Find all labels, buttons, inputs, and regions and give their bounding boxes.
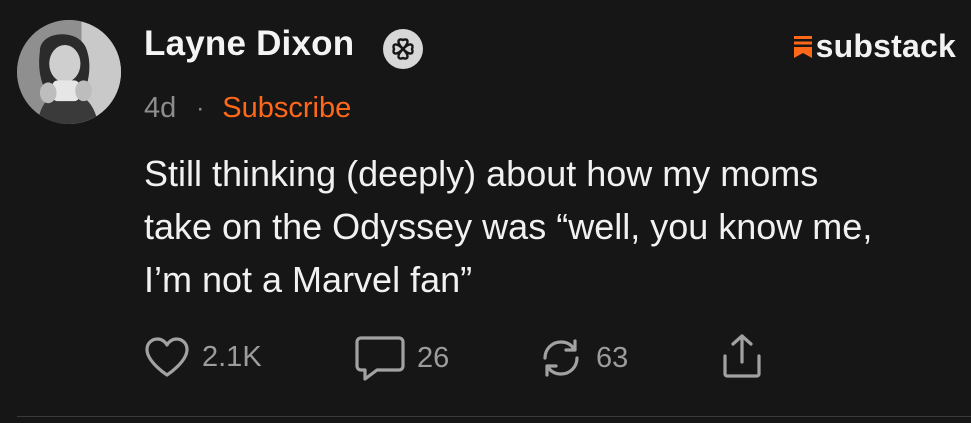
like-button[interactable]: 2.1K: [144, 336, 262, 378]
comment-button[interactable]: 26: [355, 334, 449, 382]
substack-logo-icon: [793, 35, 812, 58]
author-name[interactable]: Layne Dixon: [144, 24, 354, 64]
substack-wordmark: substack: [815, 28, 956, 64]
restack-icon: [543, 339, 579, 377]
post-body: Still thinking (deeply) about how my mom…: [144, 153, 873, 300]
restack-button[interactable]: 63: [538, 336, 628, 380]
action-bar: 2.1K 26 63: [144, 334, 784, 382]
share-icon: [723, 334, 761, 378]
note-card: Layne Dixon substack 4d · Subscribe Stil…: [0, 0, 971, 423]
meta-separator: ·: [196, 94, 205, 122]
heart-icon: [145, 337, 189, 377]
verified-badge-icon: [382, 28, 424, 70]
like-count: 2.1K: [202, 340, 262, 373]
substack-brand[interactable]: substack: [793, 28, 956, 65]
post-meta: 4d · Subscribe: [144, 92, 351, 125]
comment-count: 26: [417, 341, 450, 374]
author-avatar[interactable]: [17, 20, 121, 124]
divider: [17, 416, 971, 417]
post-timestamp: 4d: [144, 92, 177, 124]
share-button[interactable]: [720, 332, 764, 380]
subscribe-link[interactable]: Subscribe: [222, 92, 351, 125]
comment-icon: [355, 336, 405, 381]
avatar-photo: [17, 20, 121, 124]
restack-count: 63: [596, 341, 629, 374]
